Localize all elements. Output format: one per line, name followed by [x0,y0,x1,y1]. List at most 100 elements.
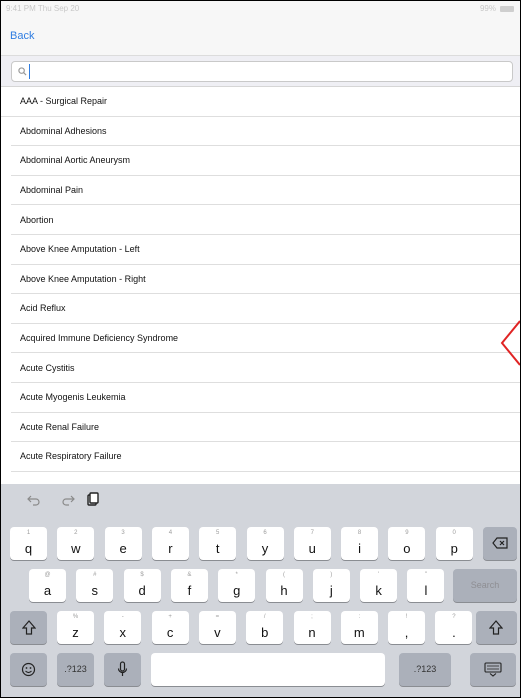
key-secondary-label: 9 [405,530,409,536]
key-m[interactable]: :m [340,611,378,644]
key-label: h [280,583,288,598]
key-secondary-label: ) [330,572,333,578]
key-label: Search [470,580,500,590]
key-h[interactable]: (h [265,569,303,602]
key-r[interactable]: 4r [151,527,189,560]
numbers-key-right[interactable]: .?123 [399,653,451,686]
shift-key-right[interactable] [476,611,517,644]
key-label: p [450,541,458,556]
key-u[interactable]: 7u [293,527,331,560]
key-label: o [403,541,411,556]
key-y[interactable]: 6y [246,527,284,560]
list-item-label: AAA - Surgical Repair [20,96,108,107]
key-k[interactable]: ' k [360,569,398,602]
key-a[interactable]: @ a [29,569,66,602]
key-z[interactable]: % z [57,611,94,644]
key-g[interactable]: * g [218,569,256,602]
search-key[interactable]: Search [453,569,517,602]
key-period[interactable]: ?. [435,611,473,644]
list-item[interactable]: Acute Cystitis [11,353,520,383]
navigation-bar: Back [1,17,520,56]
shift-key-left[interactable] [10,611,47,644]
key-v[interactable]: = v [198,611,236,644]
undo-icon[interactable] [27,494,41,506]
dismiss-keyboard-key[interactable] [470,653,516,686]
key-f[interactable]: & f [170,569,208,602]
dismiss-keyboard-icon [484,662,502,677]
back-button[interactable]: Back [10,30,34,42]
key-b[interactable]: / b [246,611,284,644]
status-right: 99% [480,4,514,13]
list-item-label: Abdominal Pain [20,185,84,196]
list-item[interactable]: Above Knee Amputation - Right [11,265,520,295]
app-screen: 9:41 PM Thu Sep 20 99% Back AAA - Surgic… [0,0,521,698]
list-item-label: Above Knee Amputation - Right [20,273,146,284]
shift-icon [22,620,36,635]
search-bar [1,56,520,87]
key-j[interactable]: ) j [312,569,350,602]
key-label: z [72,625,79,640]
key-w[interactable]: 2w [57,527,95,560]
keyboard-shortcut-bar [1,484,520,520]
key-label: c [166,625,174,640]
key-i[interactable]: 8i [341,527,379,560]
key-label: y [261,541,269,556]
paste-icon[interactable] [87,492,99,506]
status-bar: 9:41 PM Thu Sep 20 99% [1,1,520,17]
list-item-label: Acquired Immune Deficiency Syndrome [20,333,179,344]
key-label: s [91,583,99,598]
key-o[interactable]: 9o [388,527,426,560]
key-secondary-label: " [424,572,427,578]
list-item[interactable]: Abdominal Pain [11,176,520,206]
list-item[interactable]: Acquired Immune Deficiency Syndrome [11,324,520,354]
key-secondary-label: 0 [452,530,456,536]
search-input[interactable] [29,64,500,79]
key-secondary-label: 8 [357,530,362,536]
list-item[interactable]: Abdominal Adhesions [11,117,520,147]
key-label: k [375,583,382,598]
key-p[interactable]: 0p [435,527,473,560]
key-n[interactable]: ; n [293,611,331,644]
condition-list[interactable]: AAA - Surgical Repair Abdominal Adhesions… [1,87,520,484]
key-e[interactable]: 3e [104,527,142,560]
key-label: q [24,541,33,556]
search-icon [18,67,27,76]
key-label: w [71,541,81,556]
key-secondary-label: # [93,572,97,578]
list-item[interactable]: Abdominal Aortic Aneurysm [11,146,520,176]
list-item[interactable]: Above Knee Amputation - Left [11,235,520,265]
dictation-key[interactable] [104,653,141,686]
backspace-key[interactable] [483,527,517,560]
key-label: , [404,625,409,640]
list-item[interactable]: AAA - Surgical Repair [1,87,520,117]
list-item[interactable]: Acute Respiratory Failure [11,442,520,472]
space-key[interactable] [151,653,385,686]
list-item[interactable]: Addisons Disease [11,472,520,484]
list-item[interactable]: Acid Reflux [11,294,520,324]
key-label: d [138,583,146,598]
key-label: i [358,541,362,556]
emoji-key[interactable] [10,653,47,686]
list-item[interactable]: Acute Renal Failure [11,413,520,443]
key-x[interactable]: -x [104,611,142,644]
key-secondary-label: 6 [263,530,267,536]
key-label: r [168,541,173,556]
numbers-key-left[interactable]: .?123 [57,653,94,686]
list-item-label: Acid Reflux [20,303,66,314]
key-secondary-label: % [72,614,79,620]
list-item[interactable]: Acute Myogenis Leukemia [11,383,520,413]
key-q[interactable]: 1q [10,527,47,560]
list-item[interactable]: Abortion [11,205,520,235]
key-secondary-label: ! [405,614,408,620]
search-field[interactable] [11,61,513,82]
key-s[interactable]: # s [76,569,114,602]
key-c[interactable]: + c [151,611,189,644]
key-label: a [43,583,52,598]
key-l[interactable]: " l [407,569,445,602]
key-label: g [233,583,241,598]
key-comma[interactable]: !, [388,611,426,644]
redo-icon[interactable] [61,494,75,506]
list-item-label: Acute Cystitis [20,362,75,373]
key-t[interactable]: 5t [199,527,237,560]
key-d[interactable]: $ d [123,569,161,602]
